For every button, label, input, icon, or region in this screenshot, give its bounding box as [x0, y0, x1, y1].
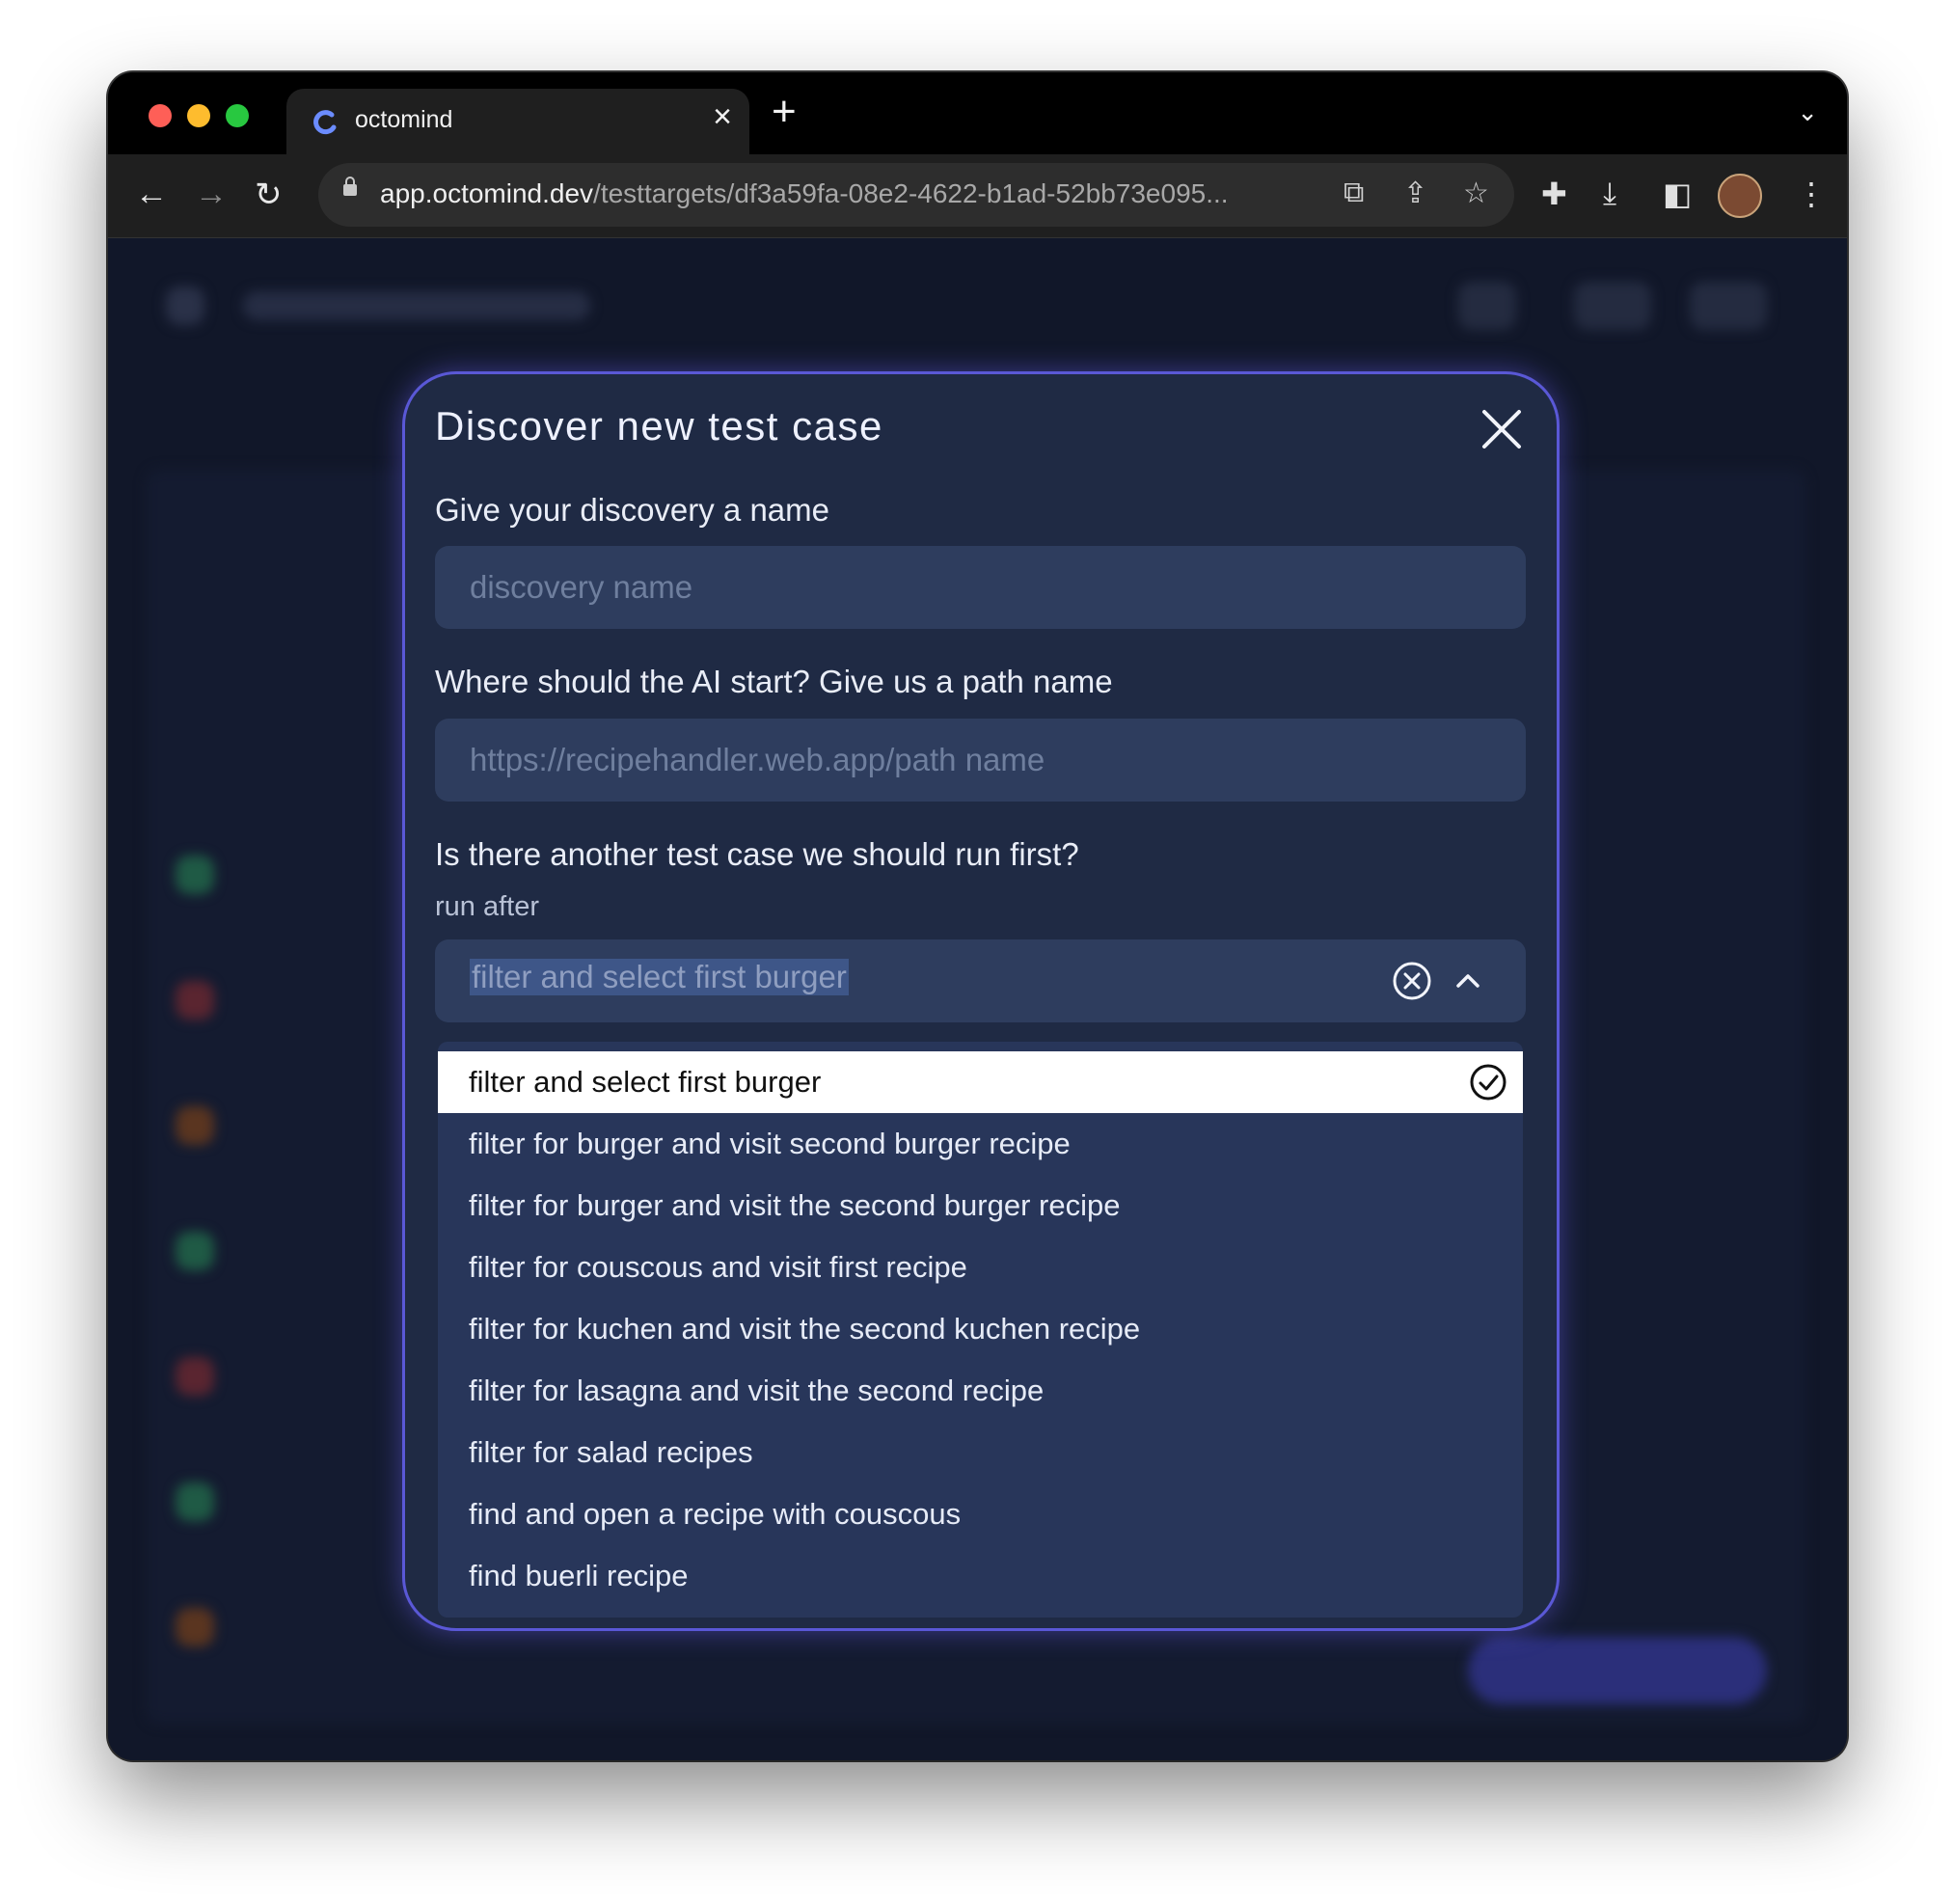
address-bar[interactable]: app.octomind.dev/testtargets/df3a59fa-08… — [318, 163, 1514, 227]
run-after-label: run after — [435, 891, 539, 922]
blurred-action-button — [1468, 1637, 1767, 1704]
discovery-name-label: Give your discovery a name — [435, 492, 830, 528]
new-tab-icon[interactable]: + — [772, 88, 797, 136]
discover-test-case-dialog: Discover new test case Give your discove… — [402, 371, 1560, 1631]
minimize-window-button[interactable] — [187, 104, 210, 127]
run-after-options-list: filter and select first burger filter fo… — [438, 1042, 1523, 1618]
option-item[interactable]: filter for lasagna and visit the second … — [438, 1360, 1523, 1422]
tab-title: octomind — [355, 106, 453, 133]
tab-bar: octomind × + ⌄ — [108, 72, 1847, 156]
blurred-header-title — [243, 291, 590, 320]
profile-avatar[interactable] — [1718, 174, 1762, 218]
option-item[interactable]: filter for burger and visit the second b… — [438, 1175, 1523, 1237]
option-item[interactable]: find buerli recipe — [438, 1545, 1523, 1607]
forward-icon[interactable]: → — [195, 176, 228, 213]
browser-window: octomind × + ⌄ ← → ↻ app.octomind.dev/te… — [108, 72, 1847, 1760]
browser-menu-icon[interactable]: ⋮ — [1796, 176, 1827, 212]
blurred-status-dot — [176, 1106, 214, 1145]
option-item-selected[interactable]: filter and select first burger — [438, 1051, 1523, 1113]
start-path-input[interactable]: https://recipehandler.web.app/path name — [435, 719, 1526, 802]
option-item[interactable]: filter for kuchen and visit the second k… — [438, 1298, 1523, 1360]
option-item[interactable]: find and open a recipe with couscous — [438, 1483, 1523, 1545]
option-item[interactable]: filter for burger and visit second burge… — [438, 1113, 1523, 1175]
dialog-title: Discover new test case — [435, 403, 883, 449]
bookmark-star-icon[interactable]: ☆ — [1463, 177, 1489, 210]
option-item[interactable]: filter for salad recipes — [438, 1422, 1523, 1483]
browser-tab[interactable]: octomind × — [286, 89, 749, 156]
clear-selection-icon[interactable] — [1392, 961, 1432, 1001]
blurred-status-dot — [176, 1482, 214, 1521]
blurred-header-icon — [1574, 282, 1651, 330]
run-after-select[interactable]: filter and select first burger — [435, 939, 1526, 1022]
url-text: app.octomind.dev/testtargets/df3a59fa-08… — [380, 178, 1229, 208]
blurred-header-icon — [1458, 282, 1516, 330]
maximize-window-button[interactable] — [226, 104, 249, 127]
reload-icon[interactable]: ↻ — [255, 176, 283, 214]
checkmark-circle-icon — [1470, 1064, 1506, 1101]
blurred-menu-icon — [166, 286, 204, 325]
back-icon[interactable]: ← — [135, 176, 168, 213]
blurred-status-dot — [176, 1608, 214, 1646]
blurred-status-dot — [176, 981, 214, 1020]
lock-icon — [343, 177, 357, 196]
run-first-question-label: Is there another test case we should run… — [435, 836, 1079, 872]
close-window-button[interactable] — [149, 104, 172, 127]
share-icon[interactable]: ⇪ — [1403, 177, 1427, 210]
option-item[interactable]: filter for couscous and visit first reci… — [438, 1237, 1523, 1298]
start-path-label: Where should the AI start? Give us a pat… — [435, 664, 1113, 699]
option-label: filter and select first burger — [469, 1065, 822, 1099]
octomind-favicon-icon — [313, 110, 337, 135]
run-after-selected-value[interactable]: filter and select first burger — [470, 959, 849, 995]
blurred-header-icon — [1690, 282, 1767, 330]
close-icon[interactable] — [1481, 409, 1522, 449]
side-panel-icon[interactable]: ◧ — [1663, 176, 1692, 212]
blurred-status-dot — [176, 856, 214, 894]
browser-toolbar: ← → ↻ app.octomind.dev/testtargets/df3a5… — [108, 154, 1847, 238]
tab-search-chevron-icon[interactable]: ⌄ — [1797, 97, 1818, 127]
open-in-window-icon[interactable]: ⧉ — [1343, 177, 1364, 209]
extensions-puzzle-icon[interactable]: ✚ — [1541, 176, 1567, 212]
close-tab-icon[interactable]: × — [713, 98, 732, 136]
blurred-status-dot — [176, 1357, 214, 1396]
blurred-status-dot — [176, 1232, 214, 1270]
download-icon[interactable]: ⤓ — [1603, 176, 1616, 212]
chevron-up-icon[interactable] — [1452, 965, 1484, 997]
discovery-name-input[interactable]: discovery name — [435, 546, 1526, 629]
